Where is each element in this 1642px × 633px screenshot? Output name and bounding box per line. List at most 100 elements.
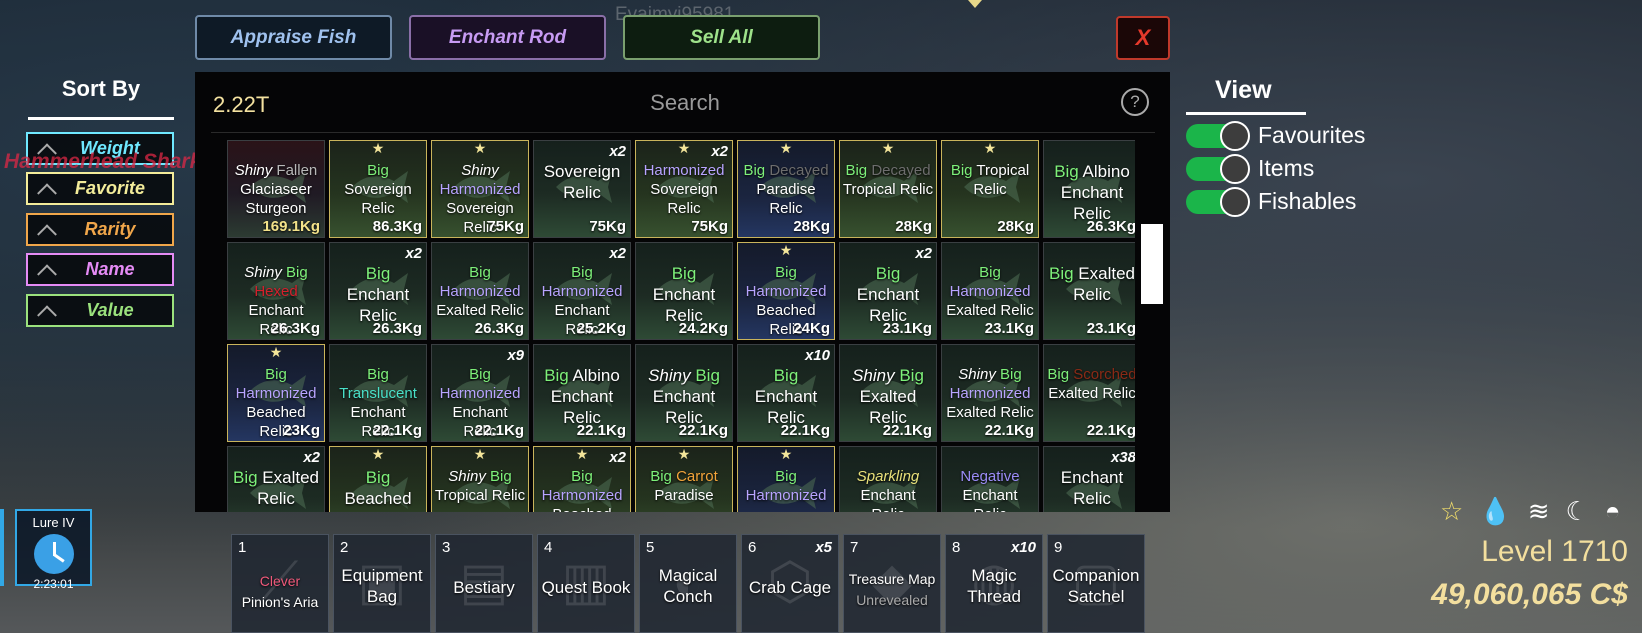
inventory-slot[interactable]: Big Exalted Relic 23.1Kg xyxy=(1043,242,1135,340)
item-name-part: Tropical xyxy=(976,162,1030,179)
inventory-slot[interactable]: ★ Big Harmonized xyxy=(737,446,835,512)
hotbar-slot-8[interactable]: ◍ 8 x10 Magic Thread xyxy=(945,534,1043,633)
hotbar-slot-3[interactable]: ▤ 3 Bestiary xyxy=(435,534,533,633)
item-name: Big Albino Enchant Relic xyxy=(1046,161,1135,224)
inventory-slot[interactable]: x2 Big Exalted Relic xyxy=(227,446,325,512)
inventory-slot[interactable]: Big Translucent Enchant Relic 22.1Kg xyxy=(329,344,427,442)
view-toggle-fishables[interactable]: Fishables xyxy=(1186,186,1356,217)
view-toggle-items[interactable]: Items xyxy=(1186,153,1314,184)
item-weight: 25.2Kg xyxy=(576,320,626,337)
item-name-part: Enchant xyxy=(856,285,920,304)
item-name-part: Sturgeon xyxy=(245,200,307,217)
item-name: Big Tropical Relic xyxy=(944,161,1036,199)
item-name-part: Big xyxy=(845,162,872,179)
toggle-label: Favourites xyxy=(1258,122,1366,148)
sort-favorite-button[interactable]: Favorite xyxy=(26,172,174,205)
inventory-slot[interactable]: Sparkling Enchant Relic xyxy=(839,446,937,512)
chevron-up-icon xyxy=(37,304,57,325)
item-name-part: Big xyxy=(265,366,287,383)
inventory-slot[interactable]: ★ Big Harmonized Beached Relic 23Kg xyxy=(227,344,325,442)
inventory-slot[interactable]: ★ Shiny Harmonized Sovereign Relic 75Kg xyxy=(431,140,529,238)
toggle-knob xyxy=(1220,120,1250,151)
status-icons: ☆ 💧 ≋ ☾ ◓ xyxy=(1440,496,1621,527)
inventory-slot[interactable]: ★ Shiny Big Tropical Relic xyxy=(431,446,529,512)
help-icon[interactable]: ? xyxy=(1121,88,1149,116)
inventory-slot[interactable]: ★ Big Decayed Paradise Relic 28Kg xyxy=(737,140,835,238)
inventory-slot[interactable]: Shiny Fallen Glaciaseer Sturgeon 169.1Kg xyxy=(227,140,325,238)
inventory-slot[interactable]: Shiny Big Hexed Enchant Relic 26.3Kg xyxy=(227,242,325,340)
inventory-slot[interactable]: ★ x2 Big Harmonized Beached xyxy=(533,446,631,512)
item-name-part: Shiny xyxy=(648,366,696,385)
hotbar-slot-6[interactable]: ⬡ 6 x5 Crab Cage xyxy=(741,534,839,633)
inventory-slot[interactable]: ★ Big Sovereign Relic 86.3Kg xyxy=(329,140,427,238)
item-name-part: Big xyxy=(571,468,593,485)
item-name-part: Harmonized xyxy=(745,283,827,300)
currency-balance: 49,060,065 C$ xyxy=(1431,578,1628,611)
inventory-slot[interactable]: ★ Big Beached xyxy=(329,446,427,512)
inventory-slot[interactable]: x10 Big Enchant Relic 22.1Kg xyxy=(737,344,835,442)
inventory-slot[interactable]: x2 Sovereign Relic 75Kg xyxy=(533,140,631,238)
view-toggle-favourites[interactable]: Favourites xyxy=(1186,120,1366,151)
item-name-part: Beached xyxy=(344,489,412,508)
inventory-slot[interactable]: Shiny Big Harmonized Exalted Relic 22.1Kg xyxy=(941,344,1039,442)
inventory-scrollbar[interactable] xyxy=(1141,224,1163,304)
item-name-part: Sparkling xyxy=(856,468,920,485)
inventory-slot[interactable]: x38 Enchant Relic xyxy=(1043,446,1135,512)
item-name-part: Enchant Relic xyxy=(860,487,916,512)
item-name-part: Decayed xyxy=(871,162,931,179)
item-name: Big Exalted Relic xyxy=(1046,263,1135,305)
inventory-slot[interactable]: ★ x2 Harmonized Sovereign Relic 75Kg xyxy=(635,140,733,238)
item-name-part: Treasure Map xyxy=(848,571,936,587)
sort-value-button[interactable]: Value xyxy=(26,294,174,327)
item-name-part: Enchant xyxy=(754,387,818,406)
item-name-part: Magical xyxy=(658,566,718,585)
slot-label: Equipment Bag xyxy=(336,565,428,607)
hotbar-slot-5[interactable]: ◐ 5 Magical Conch xyxy=(639,534,737,633)
inventory-slot[interactable]: ★ Big Carrot Paradise xyxy=(635,446,733,512)
item-name-part: Big xyxy=(671,264,697,283)
item-weight: 28Kg xyxy=(895,218,932,235)
inventory-slot[interactable]: Big Harmonized Exalted Relic 23.1Kg xyxy=(941,242,1039,340)
item-name-part: Thread xyxy=(967,587,1021,606)
item-weight: 75Kg xyxy=(691,218,728,235)
sell-all-button[interactable]: Sell All xyxy=(623,15,820,60)
inventory-slot[interactable]: x9 Big Harmonized Enchant Relic 22.1Kg xyxy=(431,344,529,442)
item-name-part: Relic xyxy=(769,200,803,217)
inventory-slot[interactable]: x2 Big Enchant Relic 26.3Kg xyxy=(329,242,427,340)
hotbar-slot-9[interactable]: ▢ 9 Companion Satchel xyxy=(1047,534,1145,633)
hotbar-slot-4[interactable]: ▥ 4 Quest Book xyxy=(537,534,635,633)
hotbar-slot-7[interactable]: ◆ 7 Treasure Map Unrevealed xyxy=(843,534,941,633)
enchant-rod-button[interactable]: Enchant Rod xyxy=(409,15,606,60)
item-name-part: Sovereign xyxy=(344,181,412,198)
item-weight: 22.1Kg xyxy=(678,422,728,439)
sort-name-button[interactable]: Name xyxy=(26,253,174,286)
hotbar-slot-2[interactable]: ▣ 2 Equipment Bag xyxy=(333,534,431,633)
inventory-slot[interactable]: Big Scorched Exalted Relic 22.1Kg xyxy=(1043,344,1135,442)
inventory-slot[interactable]: Big Albino Enchant Relic 26.3Kg xyxy=(1043,140,1135,238)
toggle-knob xyxy=(1220,186,1250,217)
inventory-slot[interactable]: x2 Big Enchant Relic 23.1Kg xyxy=(839,242,937,340)
inventory-slot[interactable]: Negative Enchant Relic xyxy=(941,446,1039,512)
inventory-slot[interactable]: Shiny Big Enchant Relic 22.1Kg xyxy=(635,344,733,442)
inventory-slot[interactable]: ★ Big Harmonized Beached Relic 24Kg xyxy=(737,242,835,340)
lure-buff-card[interactable]: Lure IV 2:23:01 xyxy=(15,509,92,591)
inventory-slot[interactable]: x2 Big Harmonized Enchant Relic 25.2Kg xyxy=(533,242,631,340)
toggle-switch[interactable] xyxy=(1186,153,1250,184)
sort-rarity-button[interactable]: Rarity xyxy=(26,213,174,246)
slot-label: Clever Pinion's Aria xyxy=(234,571,326,613)
item-name: Sparkling Enchant Relic xyxy=(842,467,934,512)
hotbar-slot-1[interactable]: ⟋ 1 Clever Pinion's Aria xyxy=(231,534,329,633)
toggle-switch[interactable] xyxy=(1186,186,1250,217)
inventory-slot[interactable]: Big Albino Enchant Relic 22.1Kg xyxy=(533,344,631,442)
inventory-slot[interactable]: Big Harmonized Exalted Relic 26.3Kg xyxy=(431,242,529,340)
inventory-slot[interactable]: ★ Big Tropical Relic 28Kg xyxy=(941,140,1039,238)
appraise-fish-button[interactable]: Appraise Fish xyxy=(195,15,392,60)
slot-number: 7 xyxy=(850,539,859,556)
inventory-slot[interactable]: ★ Big Decayed Tropical Relic 28Kg xyxy=(839,140,937,238)
close-button[interactable]: X xyxy=(1116,16,1170,60)
inventory-slot[interactable]: Big Enchant Relic 24.2Kg xyxy=(635,242,733,340)
inventory-slot[interactable]: Shiny Big Exalted Relic 22.1Kg xyxy=(839,344,937,442)
search-input[interactable] xyxy=(515,82,855,124)
toggle-switch[interactable] xyxy=(1186,120,1250,151)
inventory-panel: 2.22T ? Shiny Fallen Glaciaseer Sturgeon16… xyxy=(195,72,1170,512)
